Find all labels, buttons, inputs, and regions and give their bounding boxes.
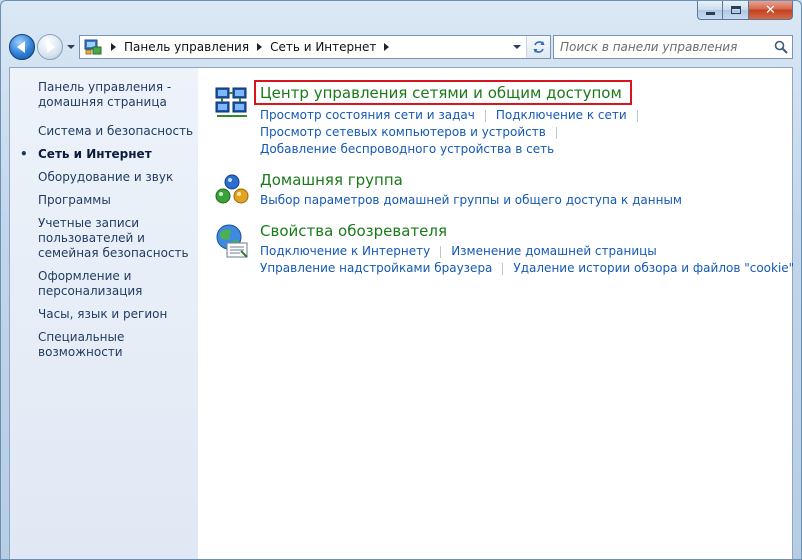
breadcrumb-separator-icon[interactable] [384,43,390,51]
link-row: Выбор параметров домашней группы и общег… [260,192,794,209]
chevron-down-icon [67,45,75,49]
sidebar-item-home[interactable]: Панель управления - домашняя страница [38,80,198,110]
control-panel-icon [83,37,103,57]
search-icon [774,40,788,54]
homegroup-icon [214,172,250,208]
minimize-icon [705,11,715,15]
search-button[interactable] [770,36,792,58]
category-title-network-center[interactable]: Центр управления сетями и общим доступом [254,80,632,105]
link-homegroup-settings[interactable]: Выбор параметров домашней группы и общег… [260,192,682,209]
link-separator [484,110,486,122]
category-body: Домашняя группа Выбор параметров домашне… [260,170,794,209]
category-internet-options: Свойства обозревателя Подключение к Инте… [214,221,794,277]
link-separator [502,263,504,275]
maximize-button[interactable] [723,1,749,20]
category-body: Центр управления сетями и общим доступом… [254,80,794,158]
sidebar: Панель управления - домашняя страница Си… [10,68,198,559]
refresh-icon [533,41,544,53]
sidebar-item-user-accounts[interactable]: Учетные записи пользователей и семейная … [38,216,198,261]
category-body: Свойства обозревателя Подключение к Инте… [260,221,794,277]
link-connect-to-network[interactable]: Подключение к сети [496,107,627,124]
link-row: Управление надстройками браузера Удалени… [260,260,794,277]
window-frame: ✕ Панель управления Сеть и Интернет Поис… [0,0,802,560]
breadcrumb-control-panel[interactable]: Панель управления [124,40,249,54]
category-links: Просмотр состояния сети и задач Подключе… [260,107,794,158]
navigation-bar: Панель управления Сеть и Интернет [9,31,793,63]
link-separator [555,127,557,139]
refresh-button[interactable] [526,36,550,58]
forward-button[interactable] [37,34,63,60]
category-links: Подключение к Интернету Изменение домашн… [260,243,794,277]
close-icon: ✕ [765,2,776,18]
breadcrumb-separator-icon[interactable] [257,43,263,51]
sidebar-item-appearance[interactable]: Оформление и персонализация [38,269,198,299]
maximize-icon [730,6,741,14]
search-box[interactable] [553,35,793,59]
address-dropdown-button[interactable] [510,36,524,58]
recent-pages-dropdown[interactable] [65,45,77,49]
link-separator [440,246,442,258]
chevron-down-icon [513,45,521,49]
link-view-network-status[interactable]: Просмотр состояния сети и задач [260,107,475,124]
category-homegroup: Домашняя группа Выбор параметров домашне… [214,170,794,209]
breadcrumb-separator-icon[interactable] [111,43,116,51]
back-arrow-icon [17,41,25,53]
sidebar-item-programs[interactable]: Программы [38,193,198,208]
link-change-home-page[interactable]: Изменение домашней страницы [451,243,657,260]
link-delete-browsing-history[interactable]: Удаление истории обзора и файлов "cookie… [513,260,794,277]
link-row: Добавление беспроводного устройства в се… [260,141,794,158]
sidebar-item-accessibility[interactable]: Специальные возможности [38,330,198,360]
back-button[interactable] [9,34,35,60]
address-bar[interactable]: Панель управления Сеть и Интернет [79,35,551,59]
sidebar-item-hardware-sound[interactable]: Оборудование и звук [38,170,198,185]
link-connect-to-internet[interactable]: Подключение к Интернету [260,243,430,260]
category-title-internet-options[interactable]: Свойства обозревателя [260,221,447,241]
main-content: Центр управления сетями и общим доступом… [198,68,794,559]
breadcrumb-network-internet[interactable]: Сеть и Интернет [270,40,376,54]
internet-options-icon [214,223,250,259]
network-center-icon [214,84,250,120]
sidebar-item-network-internet[interactable]: Сеть и Интернет [20,147,198,162]
minimize-button[interactable] [697,1,723,20]
link-row: Подключение к Интернету Изменение домашн… [260,243,794,260]
category-network-center: Центр управления сетями и общим доступом… [214,80,794,158]
search-input[interactable] [560,37,770,57]
client-area: Панель управления - домашняя страница Си… [9,67,794,559]
category-title-homegroup[interactable]: Домашняя группа [260,170,403,190]
category-links: Выбор параметров домашней группы и общег… [260,192,794,209]
forward-arrow-icon [47,41,55,53]
link-separator [636,110,638,122]
link-view-network-computers[interactable]: Просмотр сетевых компьютеров и устройств [260,124,546,141]
close-button[interactable]: ✕ [749,1,793,20]
link-manage-addons[interactable]: Управление надстройками браузера [260,260,492,277]
link-row: Просмотр состояния сети и задач Подключе… [260,107,794,124]
sidebar-item-clock-language[interactable]: Часы, язык и регион [38,307,198,322]
link-add-wireless-device[interactable]: Добавление беспроводного устройства в се… [260,141,554,158]
link-row: Просмотр сетевых компьютеров и устройств [260,124,794,141]
caption-buttons: ✕ [697,1,793,21]
sidebar-item-system-security[interactable]: Система и безопасность [38,124,198,139]
